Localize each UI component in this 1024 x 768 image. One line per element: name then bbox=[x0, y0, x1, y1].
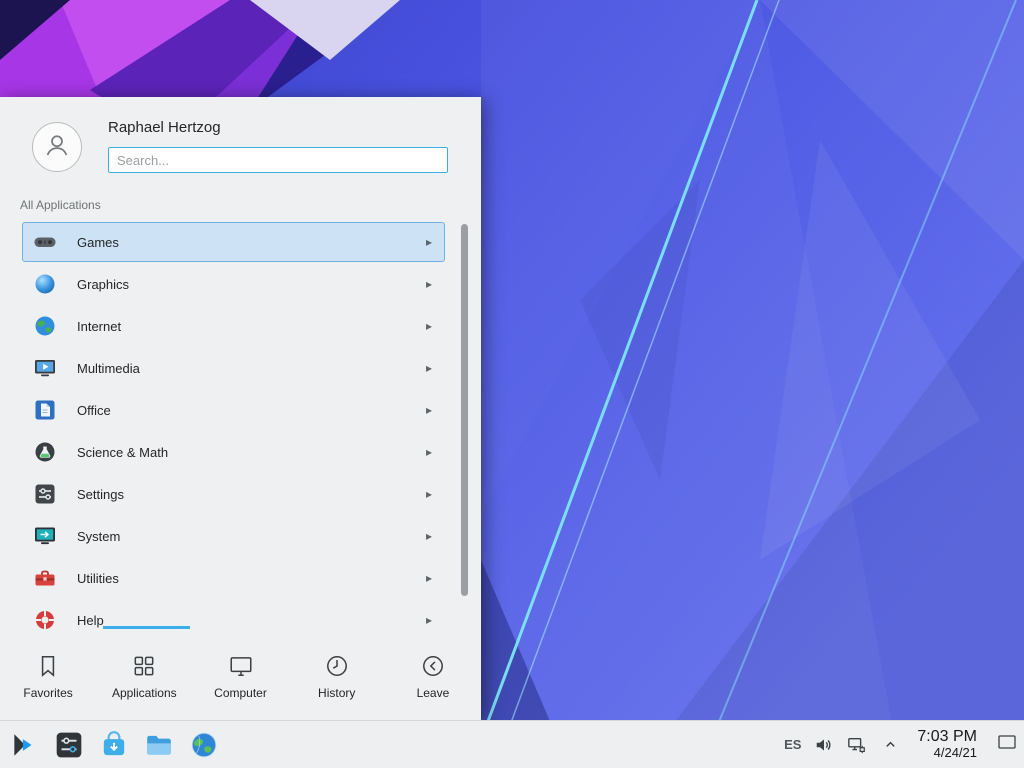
sphere-icon bbox=[33, 272, 57, 296]
section-label: All Applications bbox=[20, 198, 481, 212]
globe-icon bbox=[33, 314, 57, 338]
tab-computer[interactable]: Computer bbox=[192, 632, 288, 720]
leave-circle-icon bbox=[420, 653, 446, 679]
category-settings[interactable]: Settings ▸ bbox=[22, 474, 445, 514]
search-input[interactable] bbox=[108, 147, 448, 173]
category-system[interactable]: System ▸ bbox=[22, 516, 445, 556]
category-label: Science & Math bbox=[77, 445, 426, 460]
kickoff-launcher-icon[interactable] bbox=[9, 730, 39, 760]
category-label: Internet bbox=[77, 319, 426, 334]
submenu-arrow-icon: ▸ bbox=[426, 445, 434, 459]
tab-favorites[interactable]: Favorites bbox=[0, 632, 96, 720]
tab-history[interactable]: History bbox=[289, 632, 385, 720]
category-list: Games ▸ Graphics ▸ Internet ▸ Multimedia… bbox=[0, 214, 481, 632]
tab-leave[interactable]: Leave bbox=[385, 632, 481, 720]
category-label: System bbox=[77, 529, 426, 544]
media-screen-icon bbox=[33, 356, 57, 380]
expand-tray-icon[interactable] bbox=[880, 735, 900, 755]
active-tab-indicator bbox=[103, 626, 190, 629]
tab-label: Applications bbox=[112, 686, 177, 700]
category-label: Utilities bbox=[77, 571, 426, 586]
lifebuoy-icon bbox=[33, 608, 57, 632]
taskbar: ES 7:03 PM 4/24/21 bbox=[0, 720, 1024, 768]
submenu-arrow-icon: ▸ bbox=[426, 403, 434, 417]
category-help[interactable]: Help ▸ bbox=[22, 600, 445, 632]
tab-label: Leave bbox=[417, 686, 450, 700]
submenu-arrow-icon: ▸ bbox=[426, 235, 434, 249]
category-utilities[interactable]: Utilities ▸ bbox=[22, 558, 445, 598]
show-desktop-button[interactable] bbox=[994, 723, 1020, 767]
user-name: Raphael Hertzog bbox=[108, 119, 221, 136]
system-tray: ES 7:03 PM 4/24/21 bbox=[784, 723, 1024, 767]
application-launcher: Raphael Hertzog All Applications Games ▸… bbox=[0, 97, 481, 720]
flask-icon bbox=[33, 440, 57, 464]
category-label: Office bbox=[77, 403, 426, 418]
category-label: Multimedia bbox=[77, 361, 426, 376]
submenu-arrow-icon: ▸ bbox=[426, 529, 434, 543]
toolbox-icon bbox=[33, 566, 57, 590]
clock-date: 4/24/21 bbox=[917, 746, 977, 761]
tab-label: Favorites bbox=[23, 686, 72, 700]
discover-icon[interactable] bbox=[99, 730, 129, 760]
tab-label: History bbox=[318, 686, 355, 700]
category-graphics[interactable]: Graphics ▸ bbox=[22, 264, 445, 304]
dolphin-files-icon[interactable] bbox=[144, 730, 174, 760]
person-icon bbox=[42, 130, 72, 165]
sliders-icon bbox=[33, 482, 57, 506]
submenu-arrow-icon: ▸ bbox=[426, 361, 434, 375]
system-settings-icon[interactable] bbox=[54, 730, 84, 760]
submenu-arrow-icon: ▸ bbox=[426, 487, 434, 501]
category-office[interactable]: Office ▸ bbox=[22, 390, 445, 430]
monitor-icon bbox=[228, 653, 254, 679]
submenu-arrow-icon: ▸ bbox=[426, 613, 434, 627]
category-multimedia[interactable]: Multimedia ▸ bbox=[22, 348, 445, 388]
scrollbar-thumb[interactable] bbox=[461, 224, 468, 596]
gamepad-icon bbox=[33, 230, 57, 254]
browser-globe-icon[interactable] bbox=[189, 730, 219, 760]
category-label: Graphics bbox=[77, 277, 426, 292]
bookmark-icon bbox=[35, 653, 61, 679]
keyboard-layout-indicator[interactable]: ES bbox=[784, 737, 801, 752]
show-desktop-icon bbox=[997, 732, 1017, 757]
launcher-tabbar: Favorites Applications Computer History … bbox=[0, 632, 481, 720]
tab-applications[interactable]: Applications bbox=[96, 632, 192, 720]
user-avatar[interactable] bbox=[32, 122, 82, 172]
category-internet[interactable]: Internet ▸ bbox=[22, 306, 445, 346]
submenu-arrow-icon: ▸ bbox=[426, 277, 434, 291]
clock-icon bbox=[324, 653, 350, 679]
submenu-arrow-icon: ▸ bbox=[426, 319, 434, 333]
category-label: Settings bbox=[77, 487, 426, 502]
category-games[interactable]: Games ▸ bbox=[22, 222, 445, 262]
volume-icon[interactable] bbox=[814, 735, 834, 755]
network-icon[interactable] bbox=[847, 735, 867, 755]
category-science-math[interactable]: Science & Math ▸ bbox=[22, 432, 445, 472]
clock-time: 7:03 PM bbox=[917, 728, 977, 746]
launcher-header: Raphael Hertzog bbox=[0, 97, 481, 189]
system-monitor-icon bbox=[33, 524, 57, 548]
tab-label: Computer bbox=[214, 686, 267, 700]
digital-clock[interactable]: 7:03 PM 4/24/21 bbox=[913, 728, 981, 760]
category-label: Games bbox=[77, 235, 426, 250]
grid-icon bbox=[131, 653, 157, 679]
taskbar-launchers bbox=[0, 730, 219, 760]
document-icon bbox=[33, 398, 57, 422]
submenu-arrow-icon: ▸ bbox=[426, 571, 434, 585]
